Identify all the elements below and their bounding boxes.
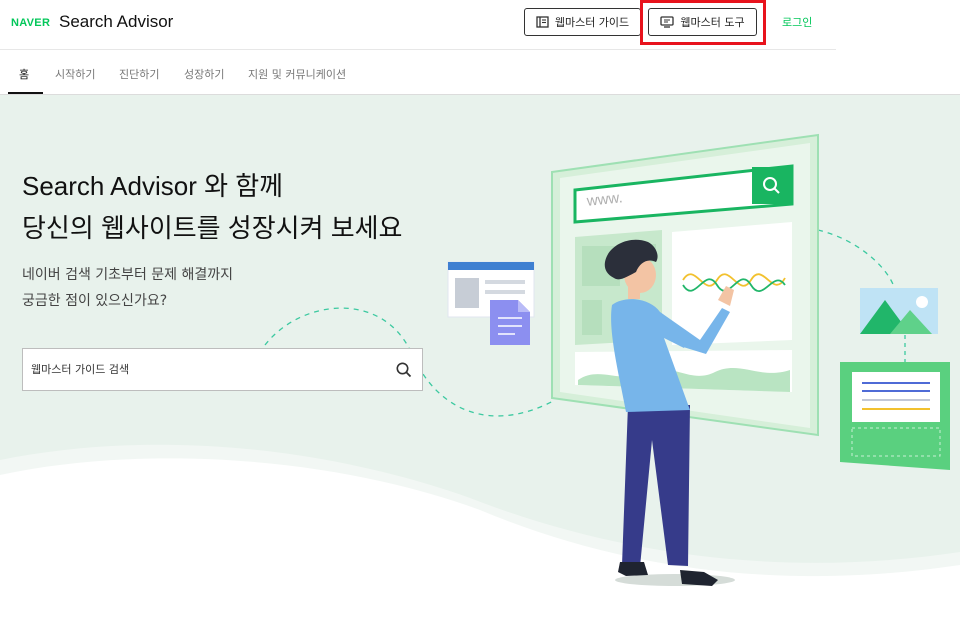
- hero-subtext-line1: 네이버 검색 기초부터 문제 해결까지: [22, 267, 233, 283]
- webmaster-guide-label: 웹마스터 가이드: [554, 16, 630, 29]
- login-link[interactable]: 로그인: [782, 14, 812, 30]
- hero-subtext-line2: 궁금한 점이 있으신가요?: [22, 293, 168, 309]
- tab-home[interactable]: 홈: [19, 66, 29, 82]
- tab-support-community[interactable]: 지원 및 커뮤니케이션: [248, 66, 346, 82]
- guide-search-box: [22, 348, 423, 391]
- search-icon[interactable]: [395, 361, 413, 379]
- tab-getting-started[interactable]: 시작하기: [55, 66, 95, 82]
- hero-headline-line2: 당신의 웹사이트를 성장시켜 보세요: [22, 213, 403, 243]
- monitor-icon: [660, 16, 675, 28]
- hero-subtext: 네이버 검색 기초부터 문제 해결까지 궁금한 점이 있으신가요?: [22, 262, 233, 314]
- hero-headline-line1: Search Advisor 와 함께: [22, 171, 284, 201]
- book-icon: [536, 16, 549, 28]
- hero-headline: Search Advisor 와 함께 당신의 웹사이트를 성장시켜 보세요: [22, 165, 402, 249]
- naver-logo[interactable]: NAVER: [11, 17, 50, 29]
- main-tabs: 홈 시작하기 진단하기 성장하기 지원 및 커뮤니케이션: [0, 51, 960, 95]
- site-title[interactable]: Search Advisor: [59, 12, 173, 32]
- tab-grow[interactable]: 성장하기: [184, 66, 224, 82]
- tab-diagnose[interactable]: 진단하기: [119, 66, 159, 82]
- webmaster-tools-button[interactable]: 웹마스터 도구: [648, 8, 757, 36]
- top-header: NAVER Search Advisor 웹마스터 가이드 웹마스터 도구 로그…: [0, 0, 836, 50]
- webmaster-guide-button[interactable]: 웹마스터 가이드: [524, 8, 641, 36]
- webmaster-tools-label: 웹마스터 도구: [680, 16, 745, 29]
- guide-search-input[interactable]: [31, 349, 381, 390]
- active-tab-indicator: [8, 92, 43, 94]
